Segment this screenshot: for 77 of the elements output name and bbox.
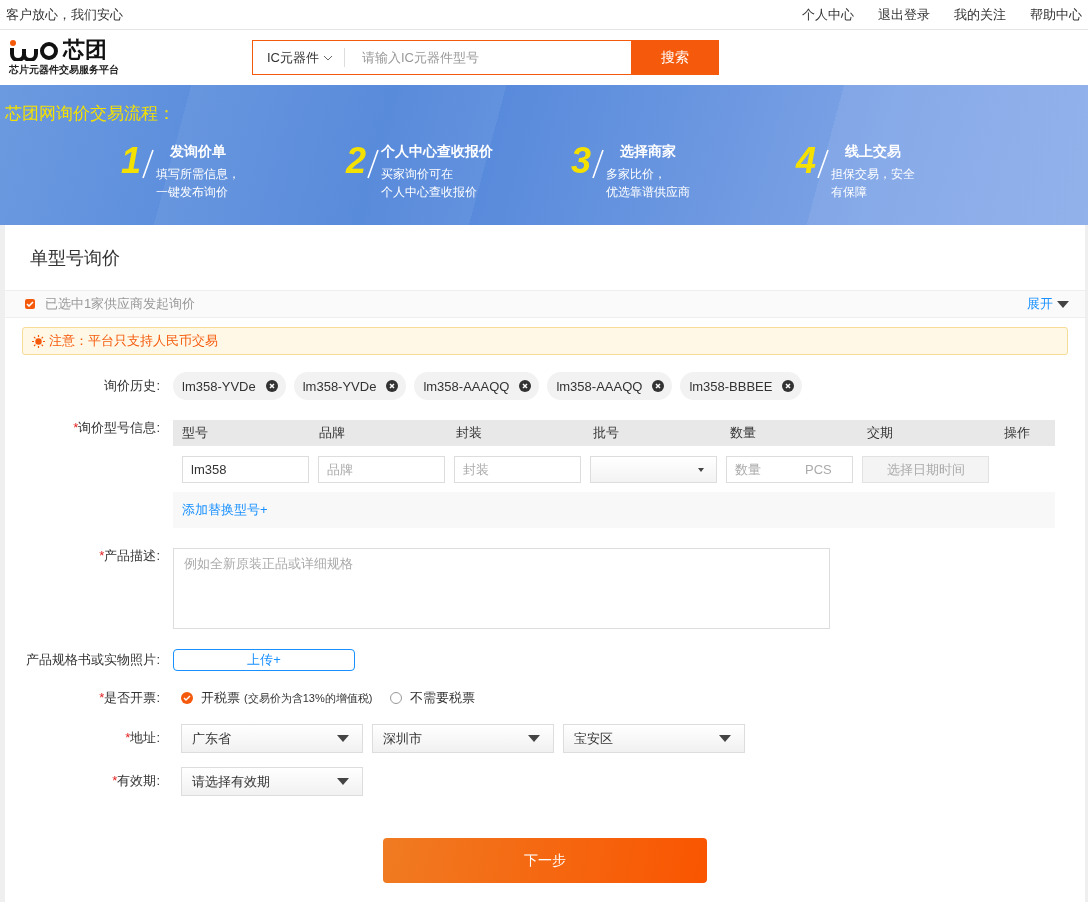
field-label: *是否开票:: [98, 689, 160, 707]
sun-icon: [32, 334, 45, 348]
top-link[interactable]: 我的关注: [954, 5, 1006, 24]
field-label: *产品描述:: [98, 548, 160, 564]
column-header: 品牌: [319, 424, 346, 442]
history-tag[interactable]: lm358-YVDe: [173, 372, 286, 400]
step-description: 有保障: [831, 184, 869, 201]
check-icon: [26, 301, 34, 307]
close-icon[interactable]: [386, 380, 399, 392]
column-header: 交期: [867, 424, 894, 442]
address-dropdown[interactable]: 广东省: [181, 724, 363, 753]
step-description: 填写所需信息，: [156, 166, 241, 183]
description-field[interactable]: 例如全新原装正品或详细规格: [173, 548, 830, 629]
supplier-text: 已选中1家供应商发起询价: [45, 295, 196, 313]
address-dropdown[interactable]: 深圳市: [372, 724, 554, 753]
search-bar[interactable]: IC元器件 请输入IC元器件型号 搜索: [252, 40, 719, 75]
top-link[interactable]: 帮助中心: [1030, 5, 1082, 24]
step-description: 个人中心查收报价: [381, 184, 479, 201]
logo-text: 芯团: [63, 38, 107, 61]
step-number: 4: [796, 143, 817, 179]
step-description: 担保交易，安全: [831, 166, 916, 183]
logo-subtitle: 芯片元器件交易服务平台: [9, 62, 120, 77]
step-title: 发询价单: [169, 143, 228, 161]
slash-icon: [592, 149, 605, 179]
slash-icon: [817, 149, 830, 179]
caret-down-icon: [698, 467, 704, 472]
checkbox[interactable]: [25, 299, 35, 309]
caret-down-icon: [719, 735, 731, 742]
step-description: 一键发布询价: [156, 184, 230, 201]
slash-icon: [142, 149, 155, 179]
field-label: *询价型号信息:: [72, 420, 160, 436]
history-tag[interactable]: lm358-YVDe: [293, 372, 407, 400]
history-tag[interactable]: lm358-AAAQQ: [547, 372, 673, 400]
chevron-down-icon: [323, 54, 333, 61]
top-link[interactable]: 退出登录: [878, 5, 930, 24]
step-description: 买家询价可在: [381, 166, 455, 183]
field-label: *地址:: [124, 729, 160, 747]
close-icon[interactable]: [519, 380, 532, 392]
column-header: 型号: [182, 424, 209, 442]
step-title: 线上交易: [844, 143, 903, 161]
banner-title: 芯团网询价交易流程：: [4, 103, 176, 125]
brand-field[interactable]: 品牌: [318, 456, 445, 483]
card-title: 单型号询价: [30, 246, 120, 270]
column-header: 封装: [456, 424, 483, 442]
close-icon[interactable]: [782, 380, 795, 392]
caret-down-icon: [337, 778, 349, 785]
field-label: 产品规格书或实物照片:: [25, 651, 160, 669]
logo-icon: [9, 38, 61, 61]
slash-icon: [367, 149, 380, 179]
column-header: 批号: [593, 424, 620, 442]
invoice-option[interactable]: 开税票 (交易价为含13%的增值税): [181, 689, 373, 707]
validity-dropdown[interactable]: 请选择有效期: [181, 767, 363, 796]
field-label: 询价历史:: [103, 377, 160, 395]
step-description: 多家比价，: [606, 166, 668, 183]
step-number: 1: [121, 143, 142, 179]
column-header: 操作: [1004, 424, 1031, 442]
close-icon[interactable]: [265, 380, 278, 392]
history-tag[interactable]: lm358-BBBEE: [680, 372, 803, 400]
notice-text: 注意：平台只支持人民币交易: [49, 332, 218, 350]
step-description: 优选靠谱供应商: [606, 184, 691, 201]
step-title: 选择商家: [619, 143, 678, 161]
model-field[interactable]: lm358: [182, 456, 309, 483]
top-link[interactable]: 个人中心: [802, 5, 854, 24]
history-tag[interactable]: lm358-AAAQQ: [414, 372, 540, 400]
column-header: 数量: [730, 424, 757, 442]
package-field[interactable]: 封装: [454, 456, 581, 483]
caret-down-icon: [528, 735, 540, 742]
step-title: 个人中心查收报价: [381, 143, 494, 161]
caret-down-icon: [337, 735, 349, 742]
invoice-option[interactable]: 不需要税票: [390, 689, 476, 707]
step-number: 2: [346, 143, 367, 179]
slogan: 客户放心，我们安心: [6, 5, 123, 24]
address-dropdown[interactable]: 宝安区: [563, 724, 745, 753]
close-icon[interactable]: [652, 380, 665, 392]
field-label: *有效期:: [111, 772, 160, 790]
caret-down-icon: [1057, 300, 1069, 308]
step-number: 3: [571, 143, 592, 179]
